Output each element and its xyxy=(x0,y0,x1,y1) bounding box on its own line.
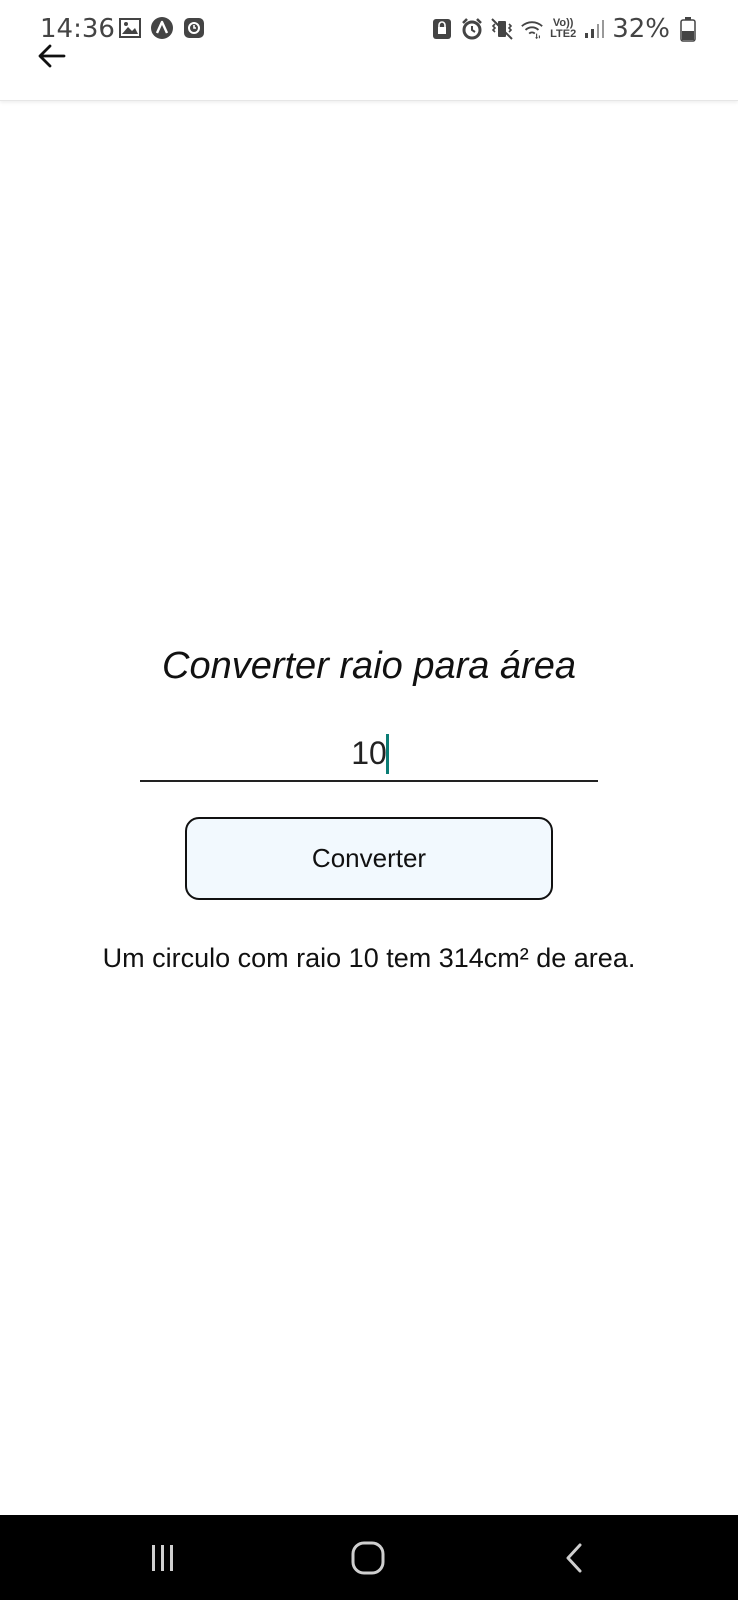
battery-percent: 32% xyxy=(612,14,670,44)
page-title: Converter raio para área xyxy=(162,645,576,687)
convert-button[interactable]: Converter xyxy=(185,817,553,900)
app-a-icon xyxy=(150,16,174,40)
recent-apps-button[interactable] xyxy=(138,1533,188,1583)
home-icon xyxy=(351,1541,385,1575)
battery-icon xyxy=(676,17,700,42)
vibrate-icon xyxy=(490,17,514,41)
radius-input-field[interactable] xyxy=(140,730,598,782)
recent-apps-icon xyxy=(152,1545,173,1571)
network-type-label: Vo)) LTE2 xyxy=(550,18,576,40)
signal-icon xyxy=(582,17,606,41)
result-text: Um circulo com raio 10 tem 314cm² de are… xyxy=(102,943,636,973)
status-left-icons xyxy=(118,16,206,40)
navigation-bar xyxy=(0,1515,738,1600)
gallery-icon xyxy=(118,16,142,40)
lte-label: LTE2 xyxy=(550,28,577,40)
app-screen: 14:36 Vo)) LTE2 32% Converter raio para … xyxy=(0,0,738,1600)
nav-back-button[interactable] xyxy=(550,1533,600,1583)
wifi-icon xyxy=(520,17,544,41)
app-notification-icon xyxy=(182,16,206,40)
status-bar: 14:36 Vo)) LTE2 32% xyxy=(0,0,738,60)
lock-icon xyxy=(430,17,454,41)
radius-input[interactable] xyxy=(140,730,598,776)
status-right-icons: Vo)) LTE2 32% xyxy=(430,14,700,44)
alarm-icon xyxy=(460,17,484,41)
home-button[interactable] xyxy=(343,1533,393,1583)
text-cursor xyxy=(386,734,389,774)
back-nav-icon xyxy=(566,1543,582,1573)
status-time: 14:36 xyxy=(40,14,115,44)
